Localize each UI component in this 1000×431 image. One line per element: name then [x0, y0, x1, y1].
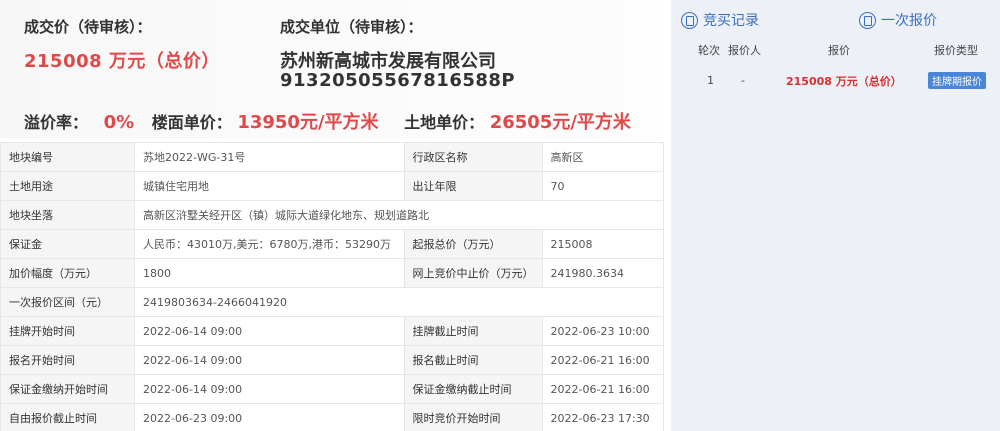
- header-type: 报价类型: [934, 44, 978, 57]
- table-row: 保证金缴纳开始时间 2022-06-14 09:00 保证金缴纳截止时间 202…: [0, 374, 665, 404]
- row-value: 高新区: [541, 142, 665, 172]
- row-value: 2022-06-23 10:00: [541, 316, 665, 346]
- row-value: 2022-06-21 16:00: [541, 374, 665, 404]
- tab-label: 竞买记录: [703, 13, 759, 29]
- premium-label: 溢价率：: [24, 113, 89, 132]
- row-key: 土地用途: [0, 171, 136, 201]
- row-key: 保证金缴纳截止时间: [403, 374, 543, 404]
- row-value: 2022-06-14 09:00: [134, 374, 405, 404]
- row-key: 行政区名称: [403, 142, 543, 172]
- row-value: 苏地2022-WG-31号: [134, 142, 405, 172]
- row-key: 报名开始时间: [0, 345, 136, 375]
- row-value: 70: [541, 171, 665, 201]
- tab-label: 一次报价: [881, 13, 937, 29]
- header-price: 报价: [828, 44, 850, 57]
- table-row: 一次报价区间（元） 2419803634-2466041920: [0, 287, 664, 317]
- row-key: 网上竞价中止价（万元）: [403, 258, 543, 288]
- row-key: 挂牌截止时间: [403, 316, 543, 346]
- row-value: 2022-06-14 09:00: [134, 316, 405, 346]
- tab-bid-records[interactable]: 竞买记录: [681, 10, 759, 30]
- row-value: 2022-06-14 09:00: [134, 345, 405, 375]
- table-row: 自由报价截止时间 2022-06-23 09:00 限时竞价开始时间 2022-…: [0, 403, 665, 431]
- deal-price-value: 215008 万元（总价）: [24, 51, 220, 72]
- table-row: 土地用途 城镇住宅用地 出让年限 70: [0, 171, 665, 201]
- row-value: 241980.3634: [541, 258, 665, 288]
- table-row: 加价幅度（万元） 1800 网上竞价中止价（万元） 241980.3634: [0, 258, 665, 288]
- deal-summary: 成交价（待审核）： 215008 万元（总价） 成交单位（待审核）： 苏州新高城…: [0, 0, 664, 138]
- row-key: 自由报价截止时间: [0, 403, 136, 431]
- parcel-info-table: 地块编号 苏地2022-WG-31号 行政区名称 高新区 土地用途 城镇住宅用地…: [0, 142, 665, 431]
- document-icon: [681, 11, 698, 29]
- record-type-badge: 挂牌期报价: [928, 72, 986, 89]
- row-key: 起报总价（万元）: [403, 229, 543, 259]
- floor-price-value: 13950元/平方米: [237, 112, 379, 133]
- land-price-label: 土地单价：: [404, 113, 485, 132]
- row-value: 2419803634-2466041920: [134, 287, 664, 317]
- row-key: 保证金缴纳开始时间: [0, 374, 136, 404]
- row-key: 报名截止时间: [403, 345, 543, 375]
- row-value: 2022-06-23 17:30: [541, 403, 665, 431]
- deal-unit-label: 成交单位（待审核）：: [280, 18, 423, 36]
- row-key: 一次报价区间（元）: [0, 287, 136, 317]
- row-value: 人民币：43010万,美元：6780万,港币：53290万: [134, 229, 405, 259]
- price-metrics: 溢价率： 0% 楼面单价： 13950元/平方米 土地单价： 26505元/平方…: [24, 108, 631, 134]
- deal-price-label: 成交价（待审核）：: [24, 18, 152, 36]
- tab-single-quote[interactable]: 一次报价: [859, 10, 937, 30]
- row-value: 1800: [134, 258, 405, 288]
- table-row: 保证金 人民币：43010万,美元：6780万,港币：53290万 起报总价（万…: [0, 229, 665, 259]
- record-price: 215008 万元（总价）: [786, 75, 902, 88]
- row-value: 城镇住宅用地: [134, 171, 405, 201]
- row-key: 出让年限: [403, 171, 543, 201]
- premium-value: 0%: [103, 112, 135, 133]
- row-value: 215008: [541, 229, 665, 259]
- document-icon: [859, 11, 876, 29]
- row-key: 限时竞价开始时间: [403, 403, 543, 431]
- row-key: 保证金: [0, 229, 136, 259]
- row-value: 高新区浒墅关经开区（镇）城际大道绿化地东、规划道路北: [134, 200, 664, 230]
- land-price-value: 26505元/平方米: [489, 112, 631, 133]
- table-row: 地块坐落 高新区浒墅关经开区（镇）城际大道绿化地东、规划道路北: [0, 200, 664, 230]
- record-bidder: -: [741, 74, 745, 87]
- deal-unit-code: 91320505567816588P: [280, 70, 516, 91]
- table-row: 地块编号 苏地2022-WG-31号 行政区名称 高新区: [0, 142, 665, 172]
- header-round: 轮次: [698, 44, 720, 57]
- row-key: 地块坐落: [0, 200, 136, 230]
- header-bidder: 报价人: [728, 44, 761, 57]
- table-row: 挂牌开始时间 2022-06-14 09:00 挂牌截止时间 2022-06-2…: [0, 316, 665, 346]
- row-value: 2022-06-21 16:00: [541, 345, 665, 375]
- row-key: 地块编号: [0, 142, 136, 172]
- record-round: 1: [707, 74, 714, 87]
- floor-price-label: 楼面单价：: [151, 113, 232, 132]
- table-row: 报名开始时间 2022-06-14 09:00 报名截止时间 2022-06-2…: [0, 345, 665, 375]
- row-value: 2022-06-23 09:00: [134, 403, 405, 431]
- row-key: 加价幅度（万元）: [0, 258, 136, 288]
- row-key: 挂牌开始时间: [0, 316, 136, 346]
- bid-records-panel: 竞买记录 一次报价 轮次 报价人 报价 报价类型 1 - 215008 万元（总…: [671, 0, 1000, 431]
